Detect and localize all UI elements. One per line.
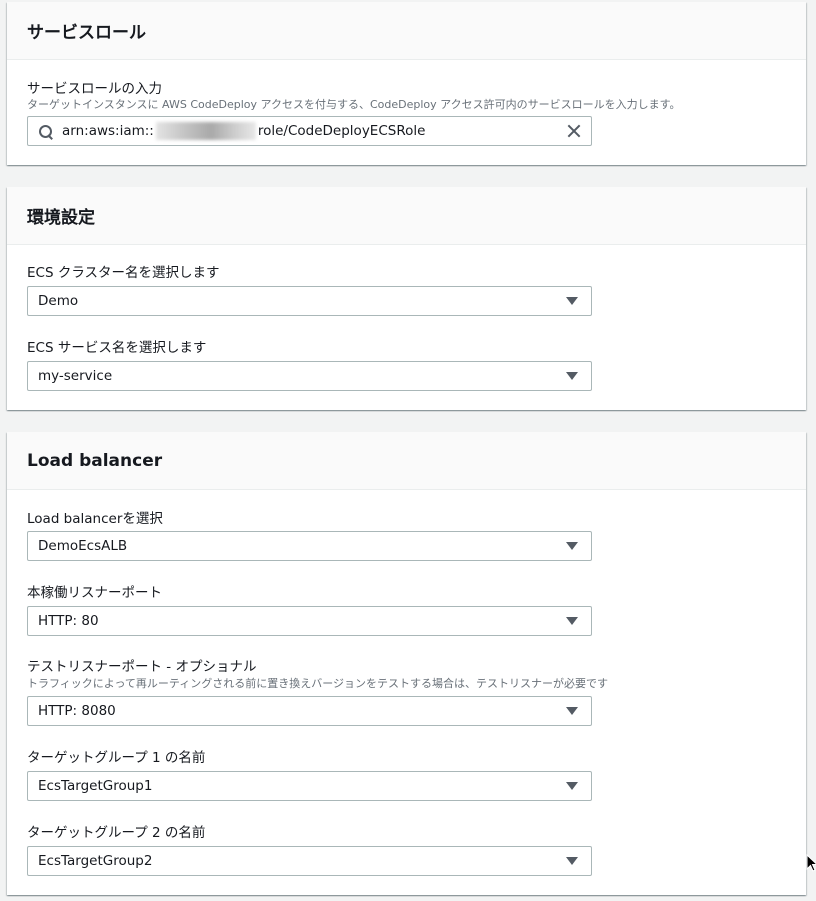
- test-listener-description: トラフィックによって再ルーティングされる前に置き換えバージョンをテストする場合は…: [27, 677, 609, 690]
- target-group-2-label: ターゲットグループ 2 の名前: [27, 825, 206, 841]
- service-role-input[interactable]: arn:aws:iam:: role/CodeDeployECSRole: [27, 116, 592, 146]
- ecs-cluster-value: Demo: [38, 293, 79, 309]
- caret-down-icon: [566, 782, 578, 790]
- load-balancer-title: Load balancer: [27, 450, 163, 471]
- service-role-input-label: サービスロールの入力: [27, 81, 162, 97]
- production-listener-value: HTTP: 80: [38, 613, 99, 629]
- test-listener-select[interactable]: HTTP: 8080: [27, 696, 592, 726]
- environment-title: 環境設定: [27, 208, 95, 228]
- close-icon[interactable]: [567, 124, 581, 138]
- target-group-2-value: EcsTargetGroup2: [38, 853, 153, 869]
- service-role-panel: サービスロール サービスロールの入力 ターゲットインスタンスに AWS Code…: [7, 2, 806, 165]
- service-role-arn-suffix: role/CodeDeployECSRole: [257, 123, 426, 139]
- load-balancer-label: Load balancerを選択: [27, 511, 163, 527]
- test-listener-value: HTTP: 8080: [38, 703, 116, 719]
- production-listener-select[interactable]: HTTP: 80: [27, 606, 592, 636]
- caret-down-icon: [566, 372, 578, 380]
- load-balancer-select[interactable]: DemoEcsALB: [27, 531, 592, 561]
- load-balancer-panel: Load balancer Load balancerを選択 DemoEcsAL…: [7, 432, 806, 895]
- caret-down-icon: [566, 297, 578, 305]
- service-role-arn-prefix: arn:aws:iam::: [62, 123, 154, 139]
- ecs-service-label: ECS サービス名を選択します: [27, 340, 207, 356]
- ecs-service-value: my-service: [38, 368, 113, 384]
- ecs-service-select[interactable]: my-service: [27, 361, 592, 391]
- environment-panel-header: 環境設定: [7, 187, 806, 245]
- mouse-cursor-icon: [806, 854, 816, 872]
- caret-down-icon: [566, 542, 578, 550]
- service-role-title: サービスロール: [27, 23, 146, 43]
- service-role-input-description: ターゲットインスタンスに AWS CodeDeploy アクセスを付与する、Co…: [27, 98, 681, 111]
- load-balancer-panel-header: Load balancer: [7, 432, 806, 490]
- target-group-1-value: EcsTargetGroup1: [38, 778, 153, 794]
- load-balancer-value: DemoEcsALB: [38, 538, 128, 554]
- target-group-2-select[interactable]: EcsTargetGroup2: [27, 846, 592, 876]
- target-group-1-label: ターゲットグループ 1 の名前: [27, 750, 206, 766]
- ecs-cluster-label: ECS クラスター名を選択します: [27, 265, 220, 281]
- caret-down-icon: [566, 857, 578, 865]
- caret-down-icon: [566, 617, 578, 625]
- search-icon: [36, 117, 62, 145]
- caret-down-icon: [566, 707, 578, 715]
- production-listener-label: 本稼働リスナーポート: [27, 585, 162, 601]
- ecs-cluster-select[interactable]: Demo: [27, 286, 592, 316]
- test-listener-label: テストリスナーポート - オプショナル: [27, 659, 257, 675]
- redacted-account-id: [155, 122, 256, 140]
- environment-panel: 環境設定 ECS クラスター名を選択します Demo ECS サービス名を選択し…: [7, 187, 806, 410]
- service-role-panel-header: サービスロール: [7, 2, 806, 60]
- target-group-1-select[interactable]: EcsTargetGroup1: [27, 771, 592, 801]
